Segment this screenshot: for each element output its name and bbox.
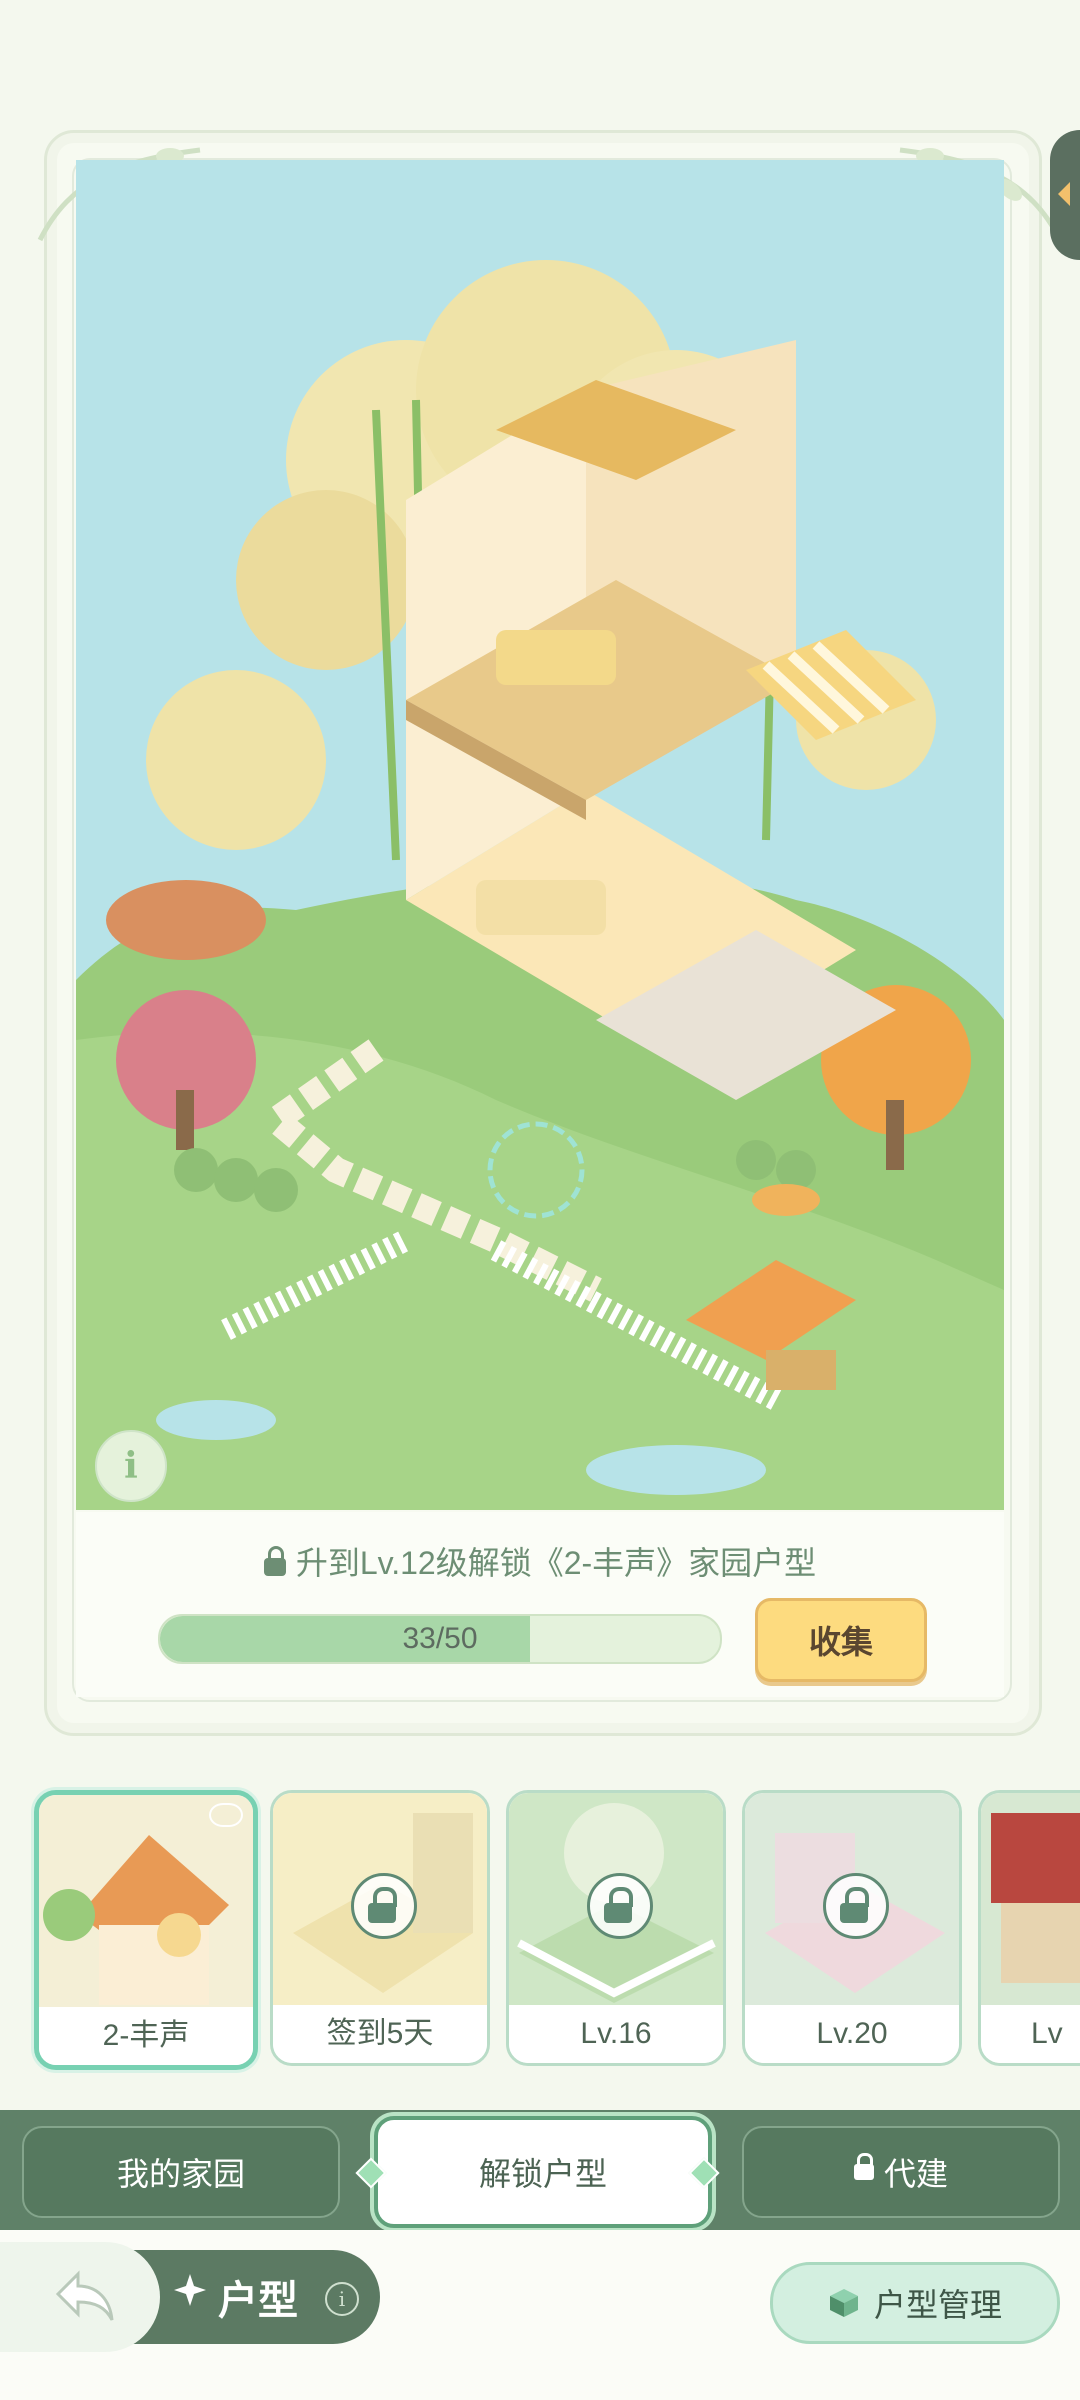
layout-management-button[interactable]: 户型管理	[770, 2262, 1060, 2344]
collect-button[interactable]: 收集	[755, 1598, 927, 1682]
layout-card-label: Lv	[981, 2005, 1080, 2063]
side-drawer-handle[interactable]	[1050, 130, 1080, 260]
unlock-requirement: 升到Lv.12级解锁《2-丰声》家园户型	[0, 1538, 1080, 1584]
lock-icon	[263, 1546, 286, 1576]
layout-thumbnail	[981, 1793, 1080, 2005]
tab-proxy-build-label: 代建	[883, 2156, 948, 2192]
layout-card-label: Lv.20	[745, 2005, 959, 2063]
scene-info-button[interactable]: i	[95, 1430, 167, 1502]
tab-proxy-build[interactable]: 代建	[742, 2126, 1060, 2218]
home-preview-scene	[76, 160, 1004, 1510]
collection-progress-bar: 33/50	[158, 1614, 722, 1664]
unlock-requirement-text: 升到Lv.12级解锁《2-丰声》家园户型	[295, 1545, 817, 1581]
progress-label: 33/50	[402, 1622, 478, 1655]
info-icon: i	[124, 1445, 138, 1487]
layout-card-2-fengsheng[interactable]: 2-丰声	[34, 1790, 258, 2070]
layout-card-label: 2-丰声	[39, 2007, 253, 2065]
lock-icon	[351, 1873, 417, 1939]
tab-my-home[interactable]: 我的家园	[22, 2126, 340, 2218]
layout-management-label: 户型管理	[873, 2287, 1002, 2323]
eye-icon	[209, 1803, 243, 1827]
page-title: 户型	[218, 2279, 298, 2323]
layout-card-checkin[interactable]: 签到5天	[270, 1790, 490, 2066]
layout-card-label: Lv.16	[509, 2005, 723, 2063]
layout-card-label: 签到5天	[273, 2005, 487, 2063]
layout-card-partial[interactable]: Lv	[978, 1790, 1080, 2066]
lock-icon	[823, 1873, 889, 1939]
cube-icon	[829, 2289, 858, 2317]
lock-icon	[587, 1873, 653, 1939]
back-arrow-icon	[55, 2270, 114, 2321]
lock-icon	[853, 2153, 874, 2180]
sparkle-icon	[174, 2274, 206, 2306]
tab-unlock-layout[interactable]: 解锁户型	[374, 2116, 712, 2228]
title-info-icon[interactable]: i	[325, 2282, 359, 2316]
layout-card-lv16[interactable]: Lv.16	[506, 1790, 726, 2066]
layout-card-lv20[interactable]: Lv.20	[742, 1790, 962, 2066]
